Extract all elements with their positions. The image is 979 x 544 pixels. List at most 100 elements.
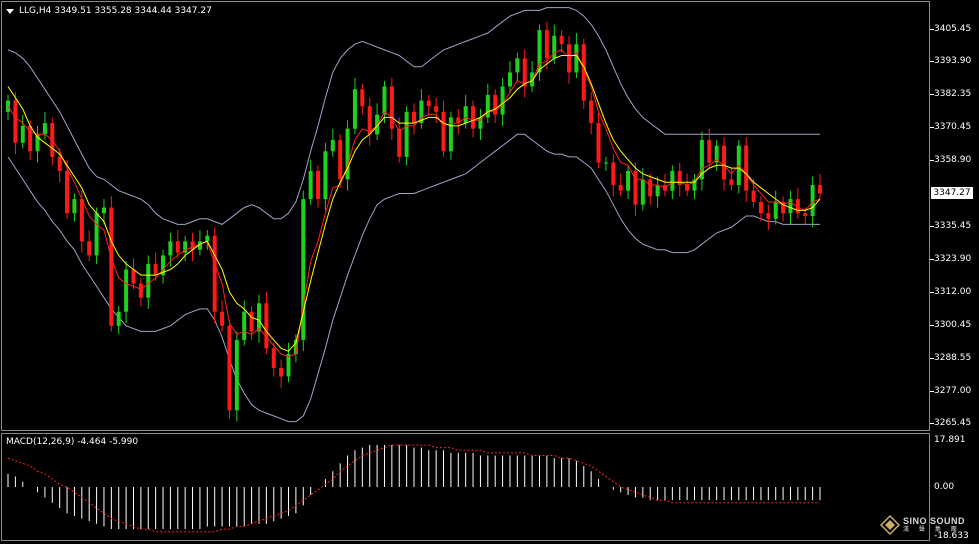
price-axis-tick (930, 28, 934, 30)
candle-body (648, 179, 653, 197)
candle-body (626, 170, 631, 191)
price-axis-label: 3300.45 (934, 319, 972, 330)
candle-body (559, 35, 564, 45)
macd-axis-label: -18.633 (934, 531, 969, 541)
macd-histogram (7, 444, 821, 530)
candle-body (788, 199, 793, 214)
candle-body (397, 128, 402, 157)
candle-body (360, 89, 365, 107)
chart-window[interactable]: LLG,H4 3349.51 3355.28 3344.44 3347.27 M… (0, 0, 979, 544)
candle-body (124, 269, 129, 312)
candle-body (448, 117, 453, 152)
price-axis-label: 3370.45 (934, 122, 972, 133)
chart-menu-arrow-icon[interactable] (6, 8, 14, 14)
candle-body (729, 179, 734, 186)
candle-body (101, 207, 106, 214)
candle-body (463, 106, 468, 124)
macd-header: MACD(12,26,9) -4.464 -5.990 (6, 437, 139, 447)
candle-body (803, 213, 808, 216)
price-axis-tick (930, 127, 934, 129)
price-chart-canvas (6, 7, 822, 533)
candle-body (434, 106, 439, 112)
candle-body (13, 100, 18, 143)
macd-axis-label: 0.00 (934, 482, 955, 493)
candle-body (57, 156, 62, 171)
candle-body (389, 86, 394, 129)
candle-body (65, 170, 70, 214)
price-axis-label: 3382.35 (934, 88, 972, 99)
candle-body (596, 123, 601, 163)
candle-body (42, 123, 47, 135)
candle-body (515, 58, 520, 73)
candle-body (773, 201, 778, 219)
candle-body (94, 213, 99, 256)
price-axis-label: 3405.45 (934, 23, 972, 34)
candle-body (79, 199, 84, 242)
candle-body (441, 111, 446, 152)
candle-body (20, 125, 25, 143)
chart-header: LLG,H4 3349.51 3355.28 3344.44 3347.27 (6, 6, 212, 16)
price-axis-tick (930, 423, 934, 425)
candle-body (212, 235, 217, 312)
moving-average-fast (7, 55, 821, 352)
price-axis[interactable] (930, 0, 979, 544)
candle-body (264, 303, 269, 349)
candle-body (116, 311, 121, 326)
candle-body (758, 201, 763, 214)
candle-body (138, 283, 143, 298)
candle-body (338, 139, 343, 180)
candle-body (256, 303, 261, 332)
candle-body (426, 100, 431, 107)
candle-body (330, 139, 335, 152)
candle-body (670, 170, 675, 191)
price-axis-tick (930, 225, 934, 227)
candle-body (810, 185, 815, 216)
candle-body (818, 185, 822, 194)
candle-body (286, 353, 291, 377)
price-axis-tick (930, 61, 934, 63)
candle-body (589, 100, 594, 124)
candle-body (175, 241, 180, 253)
candle-body (522, 58, 527, 87)
candle-body (271, 348, 276, 369)
candle-body (249, 311, 254, 332)
candle-body (316, 170, 321, 200)
candle-body (279, 368, 284, 377)
price-axis-tick (930, 93, 934, 95)
candle-body (308, 170, 313, 200)
candle-body (744, 145, 749, 191)
candle-body (544, 30, 549, 59)
candle-body (323, 151, 328, 200)
last-price-marker: 3347.27 (931, 186, 973, 199)
price-axis-label: 3312.00 (934, 287, 972, 298)
candle-body (766, 213, 771, 219)
price-axis-label: 3288.55 (934, 353, 972, 364)
price-axis-tick (930, 258, 934, 260)
candle-body (352, 89, 357, 129)
candle-body (685, 185, 690, 191)
candle-body (131, 269, 136, 284)
macd-axis-label: 17.891 (934, 435, 966, 445)
price-axis-tick (930, 324, 934, 326)
price-axis-label: 3277.00 (934, 385, 972, 396)
ohlc-values: 3349.51 3355.28 3344.44 3347.27 (54, 6, 212, 16)
candle-body (404, 111, 409, 157)
candle-body (205, 235, 210, 242)
candle-body (655, 185, 660, 197)
candle-body (640, 179, 645, 205)
candle-body (722, 145, 727, 180)
candle-body (707, 139, 712, 163)
symbol-timeframe: LLG,H4 (19, 6, 52, 16)
price-axis-label: 3323.90 (934, 253, 972, 264)
price-axis-tick (930, 358, 934, 360)
candle-body (611, 162, 616, 186)
candle-body (382, 86, 387, 115)
candle-body (109, 207, 114, 326)
price-axis-label: 3265.45 (934, 418, 972, 429)
candle-body (72, 199, 77, 214)
candle-body (153, 263, 158, 276)
candle-body (507, 72, 512, 87)
candle-body (603, 162, 608, 164)
price-axis-label: 3335.45 (934, 220, 972, 231)
candle-body (6, 100, 10, 112)
